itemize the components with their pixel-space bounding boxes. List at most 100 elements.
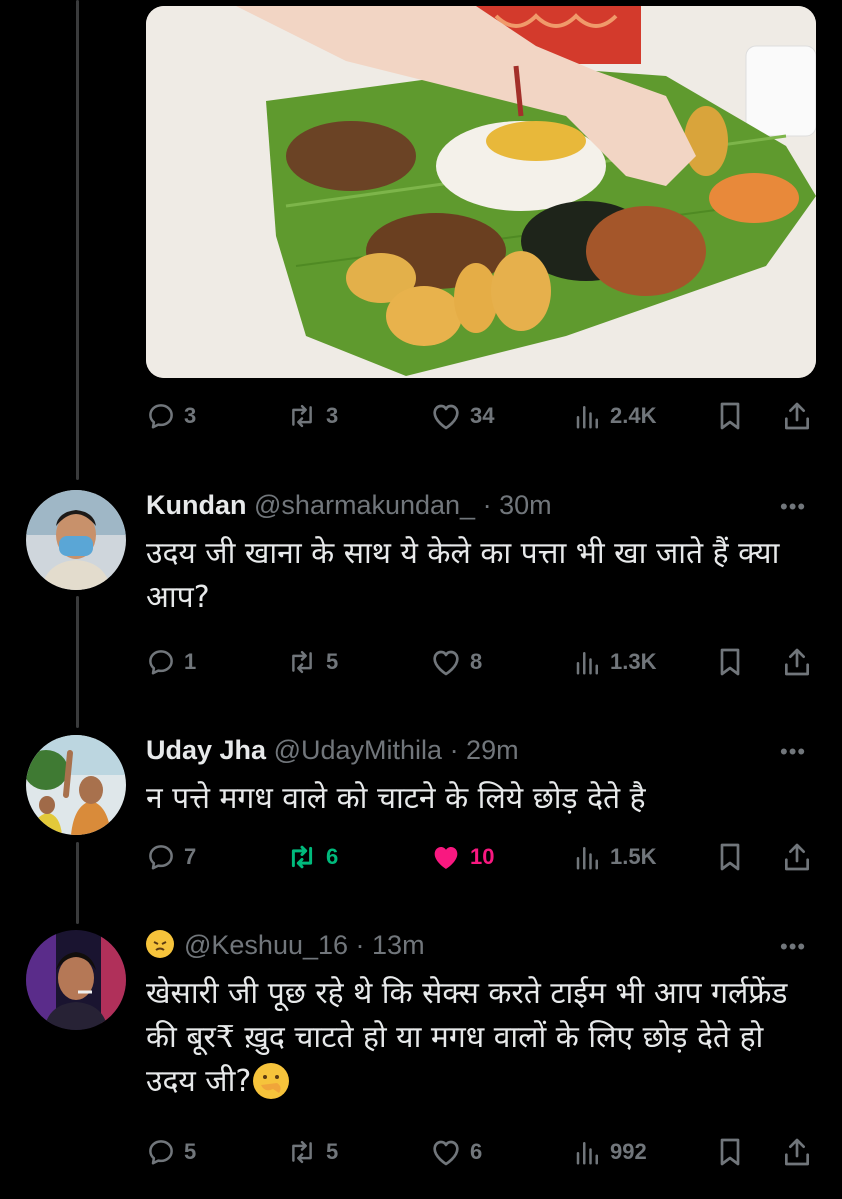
thread-line [76,842,79,924]
views-icon [576,652,598,675]
heart-filled-icon [434,847,458,869]
reply-count: 1 [184,649,197,674]
heart-icon [433,404,459,430]
more-options-icon[interactable]: ••• [780,494,814,519]
avatar[interactable] [26,490,126,590]
thread-line [76,0,79,480]
repost-icon [292,404,312,428]
like-button[interactable]: 34 [430,396,494,436]
post-media-image[interactable] [146,6,816,378]
views-icon [576,406,598,429]
like-count: 10 [470,844,495,869]
reply-count: 3 [184,403,197,428]
like-count: 6 [470,1139,483,1164]
reply-count: 5 [184,1139,197,1164]
reply-button[interactable]: 1 [146,642,196,682]
bookmark-button[interactable] [716,642,744,682]
avatar-image [26,735,126,835]
repost-icon [292,650,312,674]
repost-button[interactable]: 5 [286,1132,338,1172]
bookmark-button[interactable] [716,837,744,877]
pouting-cat-emoji-icon [146,930,174,958]
repost-button-active[interactable]: 6 [286,837,338,877]
display-name[interactable]: Kundan [146,490,247,520]
share-icon [785,402,810,430]
username[interactable]: @Keshuu_16 [184,930,348,960]
display-name[interactable] [146,930,184,960]
heart-icon [433,650,459,676]
like-count: 8 [470,649,483,674]
views-icon [576,1142,598,1165]
repost-count: 3 [326,403,339,428]
post-actions: 3 3 34 2.4K [146,396,818,436]
share-button[interactable] [782,642,812,682]
food-photo [146,6,816,378]
bookmark-button[interactable] [716,396,744,436]
timestamp[interactable]: · 30m [483,490,552,520]
share-button[interactable] [782,837,812,877]
repost-button[interactable]: 3 [286,396,338,436]
username[interactable]: @sharmakundan_ [254,490,475,520]
like-count: 34 [470,403,495,428]
reply-text-content: खेसारी जी पूछ रहे थे कि सेक्स करते टाईम … [146,976,788,1099]
heart-icon [433,1140,459,1166]
reply-text: न पत्ते मगध वाले को चाटने के लिये छोड़ द… [146,781,646,816]
reply-header: @Keshuu_16 · 13m [146,928,425,962]
bookmark-icon [720,402,740,430]
views-button[interactable]: 1.3K [574,642,656,682]
repost-count: 6 [326,844,339,869]
more-options-icon[interactable]: ••• [780,739,814,764]
avatar-image [26,490,126,590]
views-button[interactable]: 1.5K [574,837,656,877]
repost-count: 5 [326,649,339,674]
reply-button[interactable]: 3 [146,396,196,436]
share-icon [785,843,810,871]
more-options-icon[interactable]: ••• [780,934,814,959]
reply-text: खेसारी जी पूछ रहे थे कि सेक्स करते टाईम … [146,972,806,1104]
avatar[interactable] [26,930,126,1030]
reply-icon [149,650,173,675]
thread-line [76,596,79,728]
bookmark-icon [720,843,740,871]
reply-header: Kundan @sharmakundan_ · 30m [146,488,552,522]
face-hand-over-mouth-emoji-icon [253,1063,290,1099]
reply-actions: 7 6 10 1.5K [146,837,818,877]
share-button[interactable] [782,396,812,436]
views-button[interactable]: 2.4K [574,396,656,436]
share-icon [785,648,810,676]
username[interactable]: @UdayMithila [274,735,442,765]
reply-text: उदय जी खाना के साथ ये केले का पत्ता भी ख… [146,536,780,615]
like-button-active[interactable]: 10 [430,837,494,877]
repost-icon [292,1140,312,1164]
like-button[interactable]: 6 [430,1132,482,1172]
bookmark-icon [720,1138,740,1166]
repost-icon [291,845,313,869]
repost-count: 5 [326,1139,339,1164]
share-icon [785,1138,810,1166]
timestamp[interactable]: · 13m [356,930,425,960]
share-button[interactable] [782,1132,812,1172]
views-icon [576,847,598,870]
reply-actions: 5 5 6 992 [146,1132,818,1172]
reply-button[interactable]: 7 [146,837,196,877]
bookmark-icon [720,648,740,676]
bookmark-button[interactable] [716,1132,744,1172]
reply-button[interactable]: 5 [146,1132,196,1172]
views-count: 1.5K [610,844,657,869]
timestamp[interactable]: · 29m [450,735,519,765]
like-button[interactable]: 8 [430,642,482,682]
views-count: 2.4K [610,403,657,428]
avatar[interactable] [26,735,126,835]
views-count: 1.3K [610,649,657,674]
views-button[interactable]: 992 [574,1132,647,1172]
reply-count: 7 [184,844,197,869]
reply-actions: 1 5 8 1.3K [146,642,818,682]
reply-header: Uday Jha @UdayMithila · 29m [146,733,519,767]
reply-icon [149,845,173,870]
display-name[interactable]: Uday Jha [146,735,266,765]
avatar-image [26,930,126,1030]
views-count: 992 [610,1139,647,1164]
reply-icon [149,404,173,429]
reply-icon [149,1140,173,1165]
repost-button[interactable]: 5 [286,642,338,682]
